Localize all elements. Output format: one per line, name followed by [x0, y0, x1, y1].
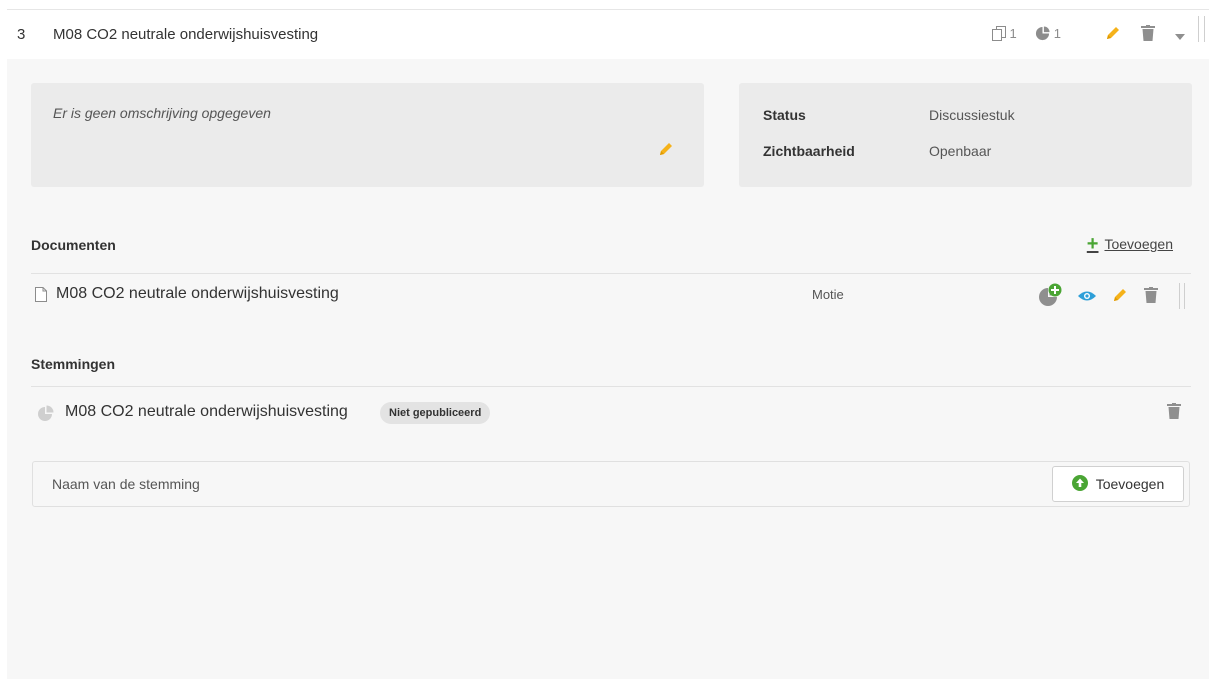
status-value: Discussiestuk — [929, 107, 1015, 123]
pencil-icon[interactable] — [1105, 25, 1121, 46]
votes-title: Stemmingen — [31, 356, 116, 372]
vote-count: 1 — [1053, 26, 1061, 41]
file-icon — [35, 287, 47, 307]
add-document-label: Toevoegen — [1104, 236, 1173, 252]
new-vote-form: Toevoegen — [32, 461, 1190, 507]
status-label: Status — [763, 107, 806, 123]
drag-handle[interactable] — [1179, 283, 1185, 309]
add-document-link[interactable]: + Toevoegen — [1086, 233, 1173, 255]
arrow-up-circle-icon — [1071, 474, 1088, 494]
agenda-item-details: Er is geen omschrijving opgegeven Status… — [7, 59, 1209, 679]
document-name[interactable]: M08 CO2 neutrale onderwijshuisvesting — [56, 285, 339, 303]
trash-icon[interactable] — [1141, 25, 1155, 46]
documents-icon — [991, 26, 1006, 41]
trash-icon[interactable] — [1167, 403, 1181, 424]
document-type: Motie — [812, 287, 844, 302]
trash-icon[interactable] — [1144, 287, 1158, 308]
item-title[interactable]: M08 CO2 neutrale onderwijshuisvesting — [53, 26, 318, 43]
description-text: Er is geen omschrijving opgegeven — [53, 105, 271, 121]
add-vote-button[interactable]: Toevoegen — [1052, 466, 1184, 502]
add-vote-pie-chart-icon[interactable] — [1038, 283, 1062, 312]
pencil-icon[interactable] — [1112, 287, 1128, 308]
vote-row[interactable]: M08 CO2 neutrale onderwijshuisvesting Ni… — [31, 401, 1191, 427]
vote-name-input[interactable] — [33, 462, 1043, 506]
description-box: Er is geen omschrijving opgegeven — [31, 83, 704, 187]
status-badge: Niet gepubliceerd — [380, 402, 491, 424]
agenda-item-header[interactable]: 3 M08 CO2 neutrale onderwijshuisvesting … — [7, 9, 1209, 59]
add-vote-label: Toevoegen — [1095, 476, 1165, 492]
pie-chart-icon — [38, 405, 54, 426]
divider — [31, 386, 1191, 387]
document-row[interactable]: M08 CO2 neutrale onderwijshuisvesting Mo… — [31, 283, 1191, 309]
documents-title: Documenten — [31, 237, 116, 253]
vote-name[interactable]: M08 CO2 neutrale onderwijshuisvesting — [65, 403, 348, 421]
item-meta: 1 1 — [991, 26, 1061, 41]
pie-chart-icon — [1035, 26, 1050, 41]
edit-description-pencil-icon[interactable] — [658, 141, 674, 162]
caret-down-icon[interactable] — [1175, 27, 1185, 45]
item-number: 3 — [17, 26, 26, 43]
info-box: Status Discussiestuk Zichtbaarheid Openb… — [739, 83, 1192, 187]
visibility-value: Openbaar — [929, 143, 992, 159]
document-count: 1 — [1009, 26, 1017, 41]
divider — [31, 273, 1191, 274]
drag-handle[interactable] — [1198, 16, 1205, 42]
visibility-label: Zichtbaarheid — [763, 143, 855, 159]
eye-icon[interactable] — [1078, 289, 1096, 307]
plus-icon: + — [1086, 233, 1099, 255]
